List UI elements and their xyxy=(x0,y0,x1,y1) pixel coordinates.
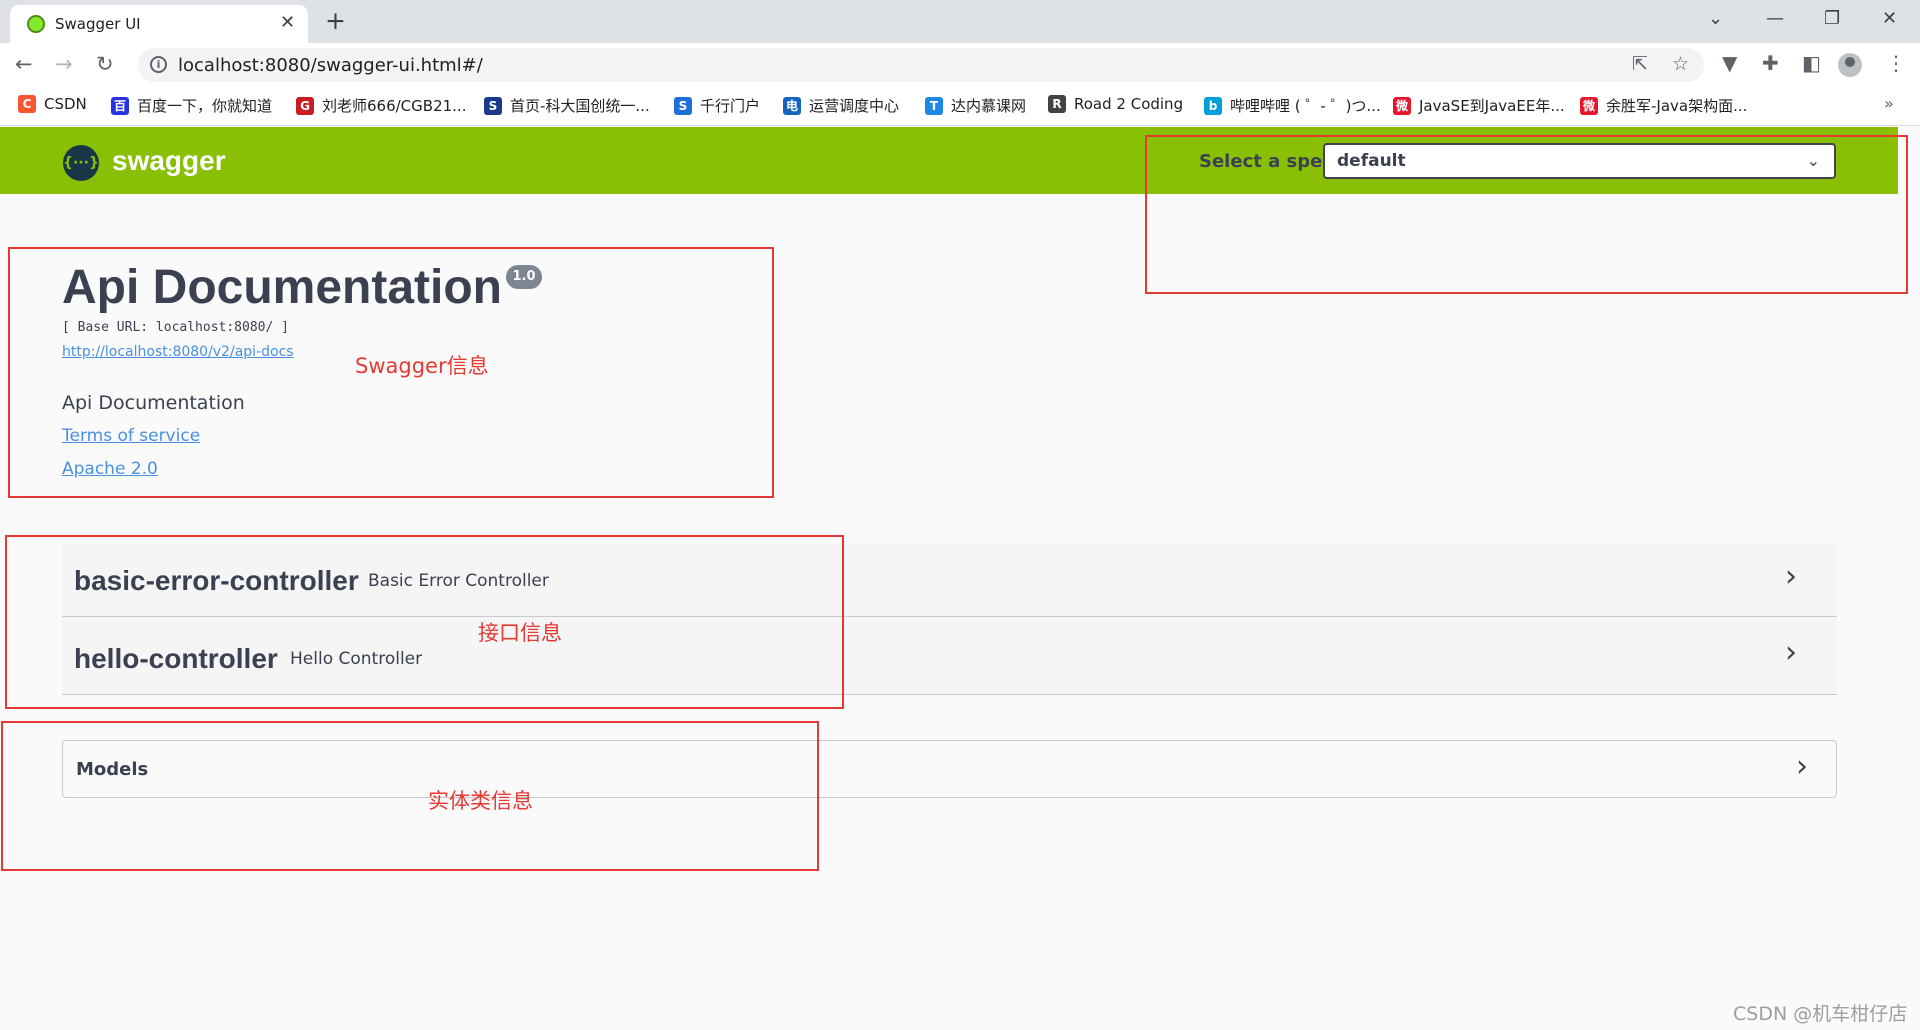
forward-icon[interactable]: → xyxy=(55,52,73,76)
bookmark-item[interactable]: C CSDN xyxy=(18,95,87,113)
bookmark-item[interactable]: R Road 2 Coding xyxy=(1048,95,1183,113)
annotation-api-info: 接口信息 xyxy=(478,621,562,645)
shield-icon: S xyxy=(674,96,692,115)
bookmark-label: 千行门户 xyxy=(700,97,761,115)
annotation-entity-info: 实体类信息 xyxy=(428,789,533,813)
tab-close-icon[interactable]: ✕ xyxy=(280,12,295,34)
bookmark-item[interactable]: T 达内慕课网 xyxy=(925,95,1026,116)
extensions-icon[interactable]: ✚ xyxy=(1762,51,1779,75)
share-icon[interactable]: ⇱ xyxy=(1632,53,1648,75)
road-icon: R xyxy=(1048,95,1066,113)
bookmark-item[interactable]: b 哔哩哔哩 ( ゜- ゜)つ... xyxy=(1204,95,1381,116)
csdn-watermark: CSDN @机车柑仔店 xyxy=(1733,1003,1908,1025)
chevron-right-icon[interactable]: › xyxy=(1785,635,1797,670)
shield-icon: S xyxy=(484,96,502,115)
annotation-box-spec xyxy=(1145,135,1908,294)
bookmark-item[interactable]: S 千行门户 xyxy=(674,95,760,116)
side-panel-icon[interactable]: ◧ xyxy=(1802,51,1821,75)
address-bar[interactable]: i localhost:8080/swagger-ui.html#/ ⇱ ☆ xyxy=(138,48,1704,82)
new-tab-icon[interactable]: + xyxy=(325,7,346,35)
chevron-right-icon[interactable]: › xyxy=(1785,559,1797,594)
vue-devtools-icon[interactable]: ▼ xyxy=(1722,51,1737,75)
baidu-icon: 百 xyxy=(111,96,129,115)
bookmark-label: CSDN xyxy=(44,95,87,113)
bookmarks-bar: C CSDN 百百度一下，你就知道 G 刘老师666/CGB21... S 首页-科大国创统… xyxy=(0,86,1920,126)
bookmark-item[interactable]: 电运营调度中心 xyxy=(783,95,899,116)
tab-title: Swagger UI xyxy=(55,15,141,33)
swagger-logo-text[interactable]: swagger xyxy=(112,145,226,177)
bookmark-label: Road 2 Coding xyxy=(1074,95,1184,113)
menu-kebab-icon[interactable]: ⋮ xyxy=(1886,51,1906,75)
tab-strip: Swagger UI ✕ + ⌄ — ❐ ✕ xyxy=(0,0,1920,43)
tab-search-icon[interactable]: ⌄ xyxy=(1708,6,1723,32)
bookmark-label: 余胜军-Java架构面... xyxy=(1606,97,1748,115)
bookmark-item[interactable]: 微 JavaSE到JavaEE年... xyxy=(1393,95,1565,116)
bookmark-item[interactable]: S 首页-科大国创统一... xyxy=(484,95,650,116)
bookmark-label: 刘老师666/CGB21... xyxy=(322,97,467,115)
bookmark-label: 运营调度中心 xyxy=(809,97,900,115)
swagger-favicon-icon xyxy=(27,15,45,33)
annotation-box-api-info xyxy=(5,535,844,709)
bookmark-label: 达内慕课网 xyxy=(951,97,1027,115)
gitee-icon: G xyxy=(296,96,314,115)
chevron-right-icon[interactable]: › xyxy=(1796,749,1808,784)
more-bookmarks-icon[interactable]: » xyxy=(1884,94,1894,113)
bookmark-label: 百度一下，你就知道 xyxy=(137,97,273,115)
window-close-icon[interactable]: ✕ xyxy=(1882,6,1897,32)
bookmark-label: 哔哩哔哩 ( ゜- ゜)つ... xyxy=(1230,97,1381,115)
url-text[interactable]: localhost:8080/swagger-ui.html#/ xyxy=(178,55,483,76)
bookmark-label: 首页-科大国创统一... xyxy=(510,97,650,115)
weibo-icon: 微 xyxy=(1580,96,1598,115)
browser-tab[interactable]: Swagger UI ✕ xyxy=(10,5,308,43)
reload-icon[interactable]: ↻ xyxy=(96,52,114,76)
bookmark-label: JavaSE到JavaEE年... xyxy=(1419,97,1565,115)
tedu-icon: T xyxy=(925,96,943,115)
annotation-swagger-info: Swagger信息 xyxy=(355,354,489,378)
bookmark-item[interactable]: 微余胜军-Java架构面... xyxy=(1580,95,1747,116)
annotation-box-entity-info xyxy=(1,721,819,871)
csdn-icon: C xyxy=(18,95,36,113)
restore-icon[interactable]: ❐ xyxy=(1824,6,1840,32)
telecom-icon: 电 xyxy=(783,96,801,115)
back-icon[interactable]: ← xyxy=(15,52,33,76)
site-info-icon[interactable]: i xyxy=(150,56,167,73)
profile-avatar[interactable] xyxy=(1838,53,1862,77)
bookmark-item[interactable]: G 刘老师666/CGB21... xyxy=(296,95,466,116)
bookmark-star-icon[interactable]: ☆ xyxy=(1672,53,1689,75)
weibo-icon: 微 xyxy=(1393,96,1411,115)
bookmark-item[interactable]: 百百度一下，你就知道 xyxy=(111,95,272,116)
minimize-icon[interactable]: — xyxy=(1766,6,1784,32)
bilibili-icon: b xyxy=(1204,96,1222,115)
swagger-logo-icon[interactable]: {···} xyxy=(63,145,99,181)
